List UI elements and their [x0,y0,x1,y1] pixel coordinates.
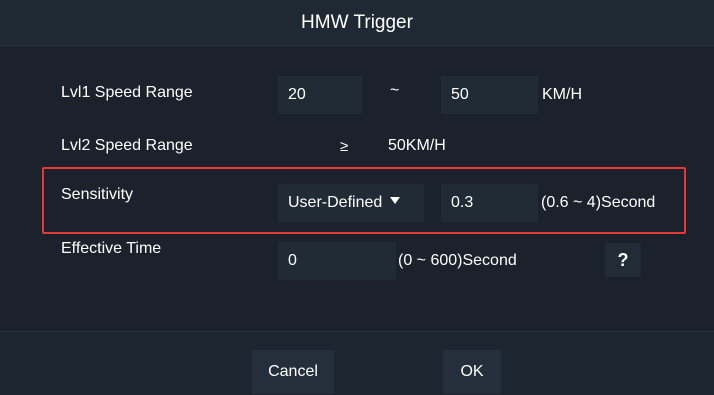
caret-down-icon [390,197,401,205]
lvl1-speed-range-label: Lvl1 Speed Range [61,84,193,101]
lvl2-speed-value: 50KM/H [388,137,446,154]
effective-time-range-hint: (0 ~ 600)Second [398,252,517,269]
sensitivity-mode-dropdown[interactable]: User-Defined [278,184,424,222]
ok-button[interactable]: OK [443,350,501,394]
range-separator: ~ [390,82,400,99]
lvl2-speed-range-label: Lvl2 Speed Range [61,137,193,154]
greater-equal-symbol: ≥ [340,138,349,155]
sensitivity-range-hint: (0.6 ~ 4)Second [541,194,656,211]
lvl1-min-speed-input[interactable]: 20 [278,76,362,114]
dialog-title: HMW Trigger [301,12,413,33]
cancel-button[interactable]: Cancel [252,350,334,394]
lvl1-max-speed-input[interactable]: 50 [441,76,538,114]
effective-time-label: Effective Time [61,240,162,257]
dialog-footer [0,331,714,395]
sensitivity-value-input[interactable]: 0.3 [441,184,538,222]
lvl1-speed-unit: KM/H [542,86,582,103]
help-button[interactable]: ? [605,243,641,277]
sensitivity-mode-value: User-Defined [288,194,383,211]
sensitivity-label: Sensitivity [61,186,134,203]
effective-time-input[interactable]: 0 [278,242,396,280]
